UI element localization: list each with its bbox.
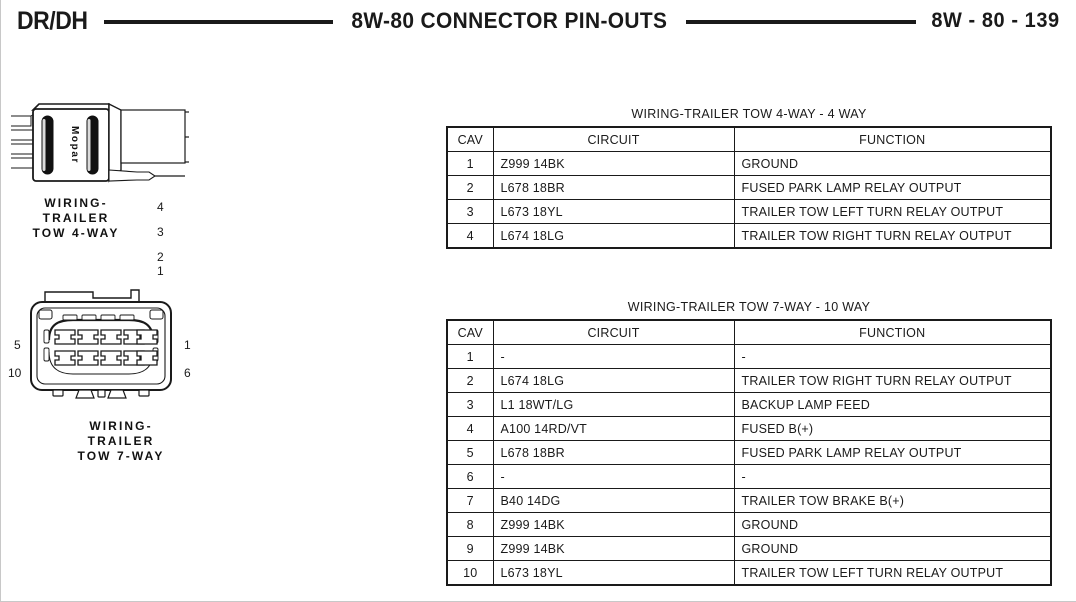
- pinout-table-7-way-block: WIRING-TRAILER TOW 7-WAY - 10 WAY CAV CI…: [446, 300, 1052, 586]
- caption-line-2: TRAILER: [87, 434, 155, 448]
- column-header-cav: CAV: [446, 319, 494, 345]
- cell-circuit: L674 18LG: [492, 223, 735, 249]
- table-row: 3 L673 18YL TRAILER TOW LEFT TURN RELAY OU…: [446, 199, 1052, 224]
- page-header: DR/DH 8W-80 CONNECTOR PIN-OUTS 8W - 80 -…: [1, 0, 1076, 42]
- connector-7-way-caption: WIRING- TRAILER TOW 7-WAY: [56, 419, 186, 464]
- table-row: 2 L674 18LG TRAILER TOW RIGHT TURN RELAY O…: [446, 368, 1052, 393]
- cell-function: TRAILER TOW LEFT TURN RELAY OUTPUT: [733, 560, 1052, 586]
- cell-cav: 9: [446, 536, 494, 561]
- pin-label-7-way-5: 5: [14, 338, 21, 352]
- cell-cav: 2: [446, 175, 494, 200]
- cell-function: TRAILER TOW RIGHT TURN RELAY OUTPUT: [733, 368, 1052, 393]
- cell-circuit: B40 14DG: [492, 488, 735, 513]
- cell-circuit: -: [492, 464, 735, 489]
- table-row: 7 B40 14DG TRAILER TOW BRAKE B(+): [446, 488, 1052, 513]
- pin-label-7-way-10: 10: [8, 366, 22, 380]
- caption-line-3: TOW 7-WAY: [77, 449, 165, 463]
- page-reference: 8W - 80 - 139: [931, 9, 1060, 32]
- header-rule-left: [103, 20, 334, 24]
- table-header-row: CAV CIRCUIT FUNCTION: [446, 126, 1052, 152]
- model-label: DR/DH: [17, 6, 88, 35]
- table-row: 6--: [446, 464, 1052, 489]
- cell-circuit: L678 18BR: [492, 175, 735, 200]
- cell-cav: 3: [446, 392, 494, 417]
- cell-function: FUSED B(+): [733, 416, 1052, 441]
- column-header-circuit: CIRCUIT: [492, 319, 735, 345]
- column-header-circuit: CIRCUIT: [492, 126, 735, 152]
- caption-line-1: WIRING-: [44, 196, 108, 210]
- cell-cav: 7: [446, 488, 494, 513]
- cell-circuit: Z999 14BK: [492, 536, 735, 561]
- cell-cav: 2: [446, 368, 494, 393]
- cell-function: BACKUP LAMP FEED: [733, 392, 1052, 417]
- connector-4-way-caption: WIRING- TRAILER TOW 4-WAY: [11, 196, 141, 241]
- column-header-cav: CAV: [446, 126, 494, 152]
- cell-function: -: [733, 344, 1052, 369]
- connector-brand-text: Mopar: [69, 126, 80, 164]
- cell-cav: 8: [446, 512, 494, 537]
- cell-circuit: L1 18WT/LG: [492, 392, 735, 417]
- cell-circuit: A100 14RD/VT: [492, 416, 735, 441]
- column-header-function: FUNCTION: [733, 126, 1052, 152]
- page-title: 8W-80 CONNECTOR PIN-OUTS: [351, 8, 668, 33]
- cell-cav: 3: [446, 199, 494, 224]
- table-row: 1--: [446, 344, 1052, 369]
- cell-cav: 4: [446, 416, 494, 441]
- pin-label-7-way-1: 1: [184, 338, 191, 352]
- cell-cav: 1: [446, 344, 494, 369]
- connector-7-way-drawing: [30, 289, 172, 399]
- cell-cav: 6: [446, 464, 494, 489]
- pin-label-7-way-6: 6: [184, 366, 191, 380]
- cell-function: TRAILER TOW LEFT TURN RELAY OUTPUT: [733, 199, 1052, 224]
- cell-function: FUSED PARK LAMP RELAY OUTPUT: [733, 175, 1052, 200]
- connector-diagram-7-way: 5 10 1 6: [8, 288, 205, 408]
- pin-label-4-way-3: 3: [157, 225, 164, 239]
- pinout-table-7-way: CAV CIRCUIT FUNCTION 1- -2 L674 18LG TRAILE…: [446, 319, 1052, 586]
- cell-circuit: L673 18YL: [492, 560, 735, 586]
- pin-label-4-way-4: 4: [157, 200, 164, 214]
- cell-circuit: -: [492, 344, 735, 369]
- cell-circuit: L673 18YL: [492, 199, 735, 224]
- table-title-7-way: WIRING-TRAILER TOW 7-WAY - 10 WAY: [627, 300, 871, 314]
- cell-function: TRAILER TOW RIGHT TURN RELAY OUTPUT: [733, 223, 1052, 249]
- column-header-function: FUNCTION: [733, 319, 1052, 345]
- caption-line-3: TOW 4-WAY: [32, 226, 120, 240]
- cell-circuit: L678 18BR: [492, 440, 735, 465]
- caption-line-2: TRAILER: [42, 211, 110, 225]
- pin-label-4-way-1: 1: [157, 264, 164, 278]
- table-title-4-way: WIRING-TRAILER TOW 4-WAY - 4 WAY: [631, 107, 867, 121]
- table-row: 3 L1 18WT/LG BACKUP LAMP FEED: [446, 392, 1052, 417]
- table-row: 4 L674 18LG TRAILER TOW RIGHT TURN RELAY O…: [446, 223, 1052, 249]
- pinout-table-4-way: CAV CIRCUIT FUNCTION 1 Z999 14BK GROUND 2 L6…: [446, 126, 1052, 249]
- cell-function: -: [733, 464, 1052, 489]
- pin-label-4-way-2: 2: [157, 250, 164, 264]
- table-header-row: CAV CIRCUIT FUNCTION: [446, 319, 1052, 345]
- cell-cav: 1: [446, 151, 494, 176]
- table-row: 4 A100 14RD/VT FUSED B(+): [446, 416, 1052, 441]
- header-rule-right: [686, 20, 916, 24]
- cell-circuit: Z999 14BK: [492, 512, 735, 537]
- cell-function: GROUND: [733, 151, 1052, 176]
- cell-function: GROUND: [733, 512, 1052, 537]
- cell-circuit: L674 18LG: [492, 368, 735, 393]
- cell-function: GROUND: [733, 536, 1052, 561]
- table-row: 1 Z999 14BK GROUND: [446, 151, 1052, 176]
- table-row: 5 L678 18BR FUSED PARK LAMP RELAY OUTPUT: [446, 440, 1052, 465]
- cell-cav: 5: [446, 440, 494, 465]
- table-row: 9 Z999 14BK GROUND: [446, 536, 1052, 561]
- cell-cav: 10: [446, 560, 494, 586]
- cell-function: TRAILER TOW BRAKE B(+): [733, 488, 1052, 513]
- caption-line-1: WIRING-: [89, 419, 153, 433]
- cell-function: FUSED PARK LAMP RELAY OUTPUT: [733, 440, 1052, 465]
- pinout-table-4-way-block: WIRING-TRAILER TOW 4-WAY - 4 WAY CAV CIR…: [446, 107, 1052, 249]
- cell-circuit: Z999 14BK: [492, 151, 735, 176]
- table-row: 2 L678 18BR FUSED PARK LAMP RELAY OUTPUT: [446, 175, 1052, 200]
- table-row: 10 L673 18YL TRAILER TOW LEFT TURN RELAY O…: [446, 560, 1052, 586]
- page-canvas: DR/DH 8W-80 CONNECTOR PIN-OUTS 8W - 80 -…: [0, 0, 1076, 602]
- table-row: 8 Z999 14BK GROUND: [446, 512, 1052, 537]
- cell-cav: 4: [446, 223, 494, 249]
